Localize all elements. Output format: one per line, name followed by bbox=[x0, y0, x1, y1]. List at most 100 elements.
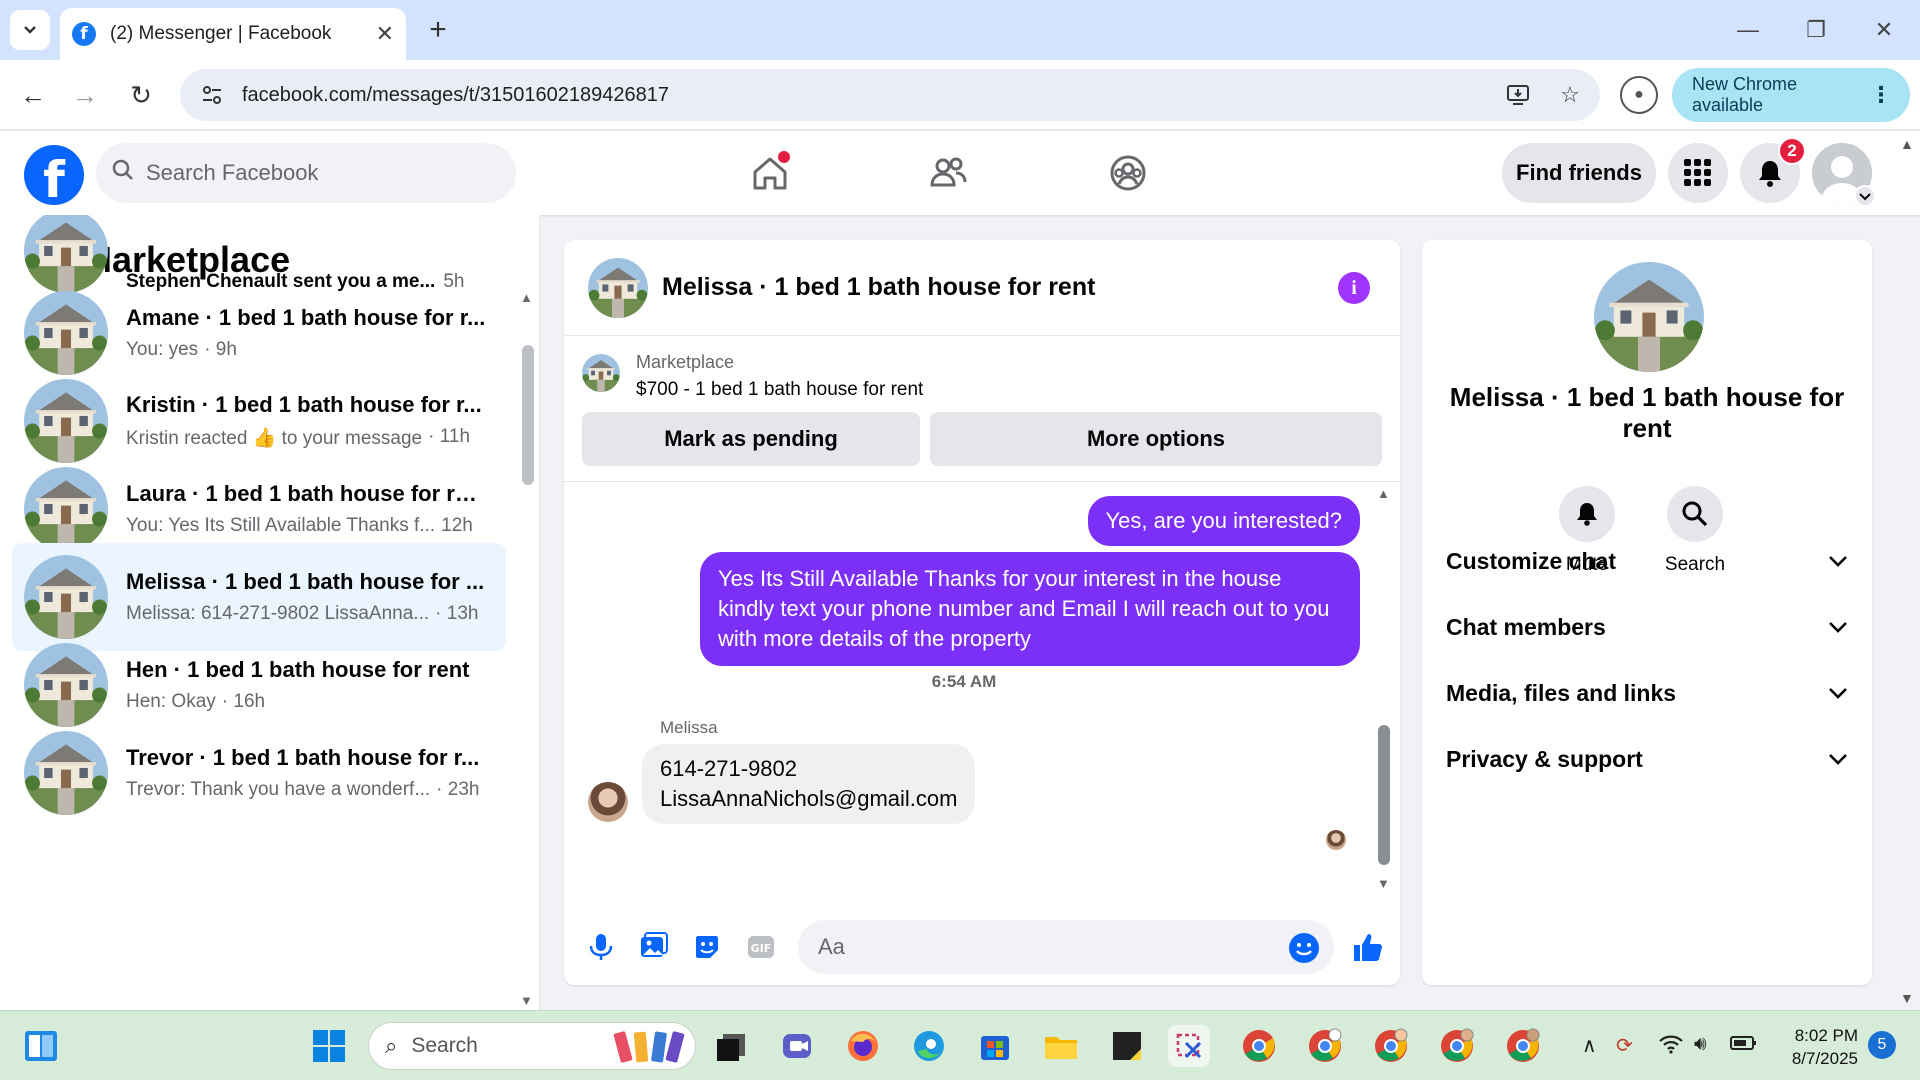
scroll-down-arrow-icon[interactable]: ▼ bbox=[520, 993, 533, 1008]
reload-button[interactable]: ↻ bbox=[120, 74, 162, 116]
sender-avatar[interactable] bbox=[588, 782, 628, 822]
address-bar[interactable]: facebook.com/messages/t/3150160218942681… bbox=[180, 69, 1600, 121]
outgoing-message-bubble[interactable]: Yes Its Still Available Thanks for your … bbox=[700, 552, 1360, 666]
tray-overflow-chevron-icon[interactable]: ∧ bbox=[1582, 1033, 1597, 1058]
conversation-thumbnail[interactable] bbox=[588, 258, 648, 318]
mark-as-pending-button[interactable]: Mark as pending bbox=[582, 412, 920, 466]
microsoft-store-icon[interactable] bbox=[974, 1025, 1016, 1067]
more-options-button[interactable]: More options bbox=[930, 412, 1382, 466]
back-button[interactable]: ← bbox=[12, 74, 54, 116]
conversation-thumbnail bbox=[24, 643, 108, 727]
system-clock[interactable]: 8:02 PM 8/7/2025 bbox=[1768, 1024, 1858, 1070]
menu-button[interactable] bbox=[1668, 143, 1728, 203]
tab-close-icon[interactable]: ✕ bbox=[376, 21, 394, 47]
widgets-icon[interactable] bbox=[20, 1025, 62, 1067]
volume-icon[interactable]: 🔊︎ bbox=[1694, 1033, 1707, 1056]
incoming-message-bubble[interactable]: 614-271-9802 LissaAnnaNichols@gmail.com bbox=[642, 744, 976, 824]
facebook-search-box[interactable] bbox=[96, 143, 516, 203]
conversation-photo[interactable] bbox=[1594, 262, 1704, 372]
tab-search-button[interactable] bbox=[10, 10, 50, 50]
chrome-profile-5-icon[interactable] bbox=[1502, 1025, 1544, 1067]
new-tab-button[interactable]: + bbox=[420, 12, 456, 48]
message-input-box[interactable] bbox=[798, 920, 1334, 974]
sync-icon[interactable]: ⟳ bbox=[1616, 1033, 1633, 1058]
file-explorer-icon[interactable] bbox=[1040, 1025, 1082, 1067]
chrome-profile-4-icon[interactable] bbox=[1436, 1025, 1478, 1067]
snipping-tool-icon[interactable] bbox=[1168, 1025, 1210, 1067]
conversation-texts: Hen · 1 bed 1 bath house for rent Hen: Ok… bbox=[126, 657, 486, 713]
info-section-row[interactable]: Media, files and links bbox=[1446, 668, 1848, 718]
task-view-icon[interactable] bbox=[710, 1025, 752, 1067]
chrome-profile-icon[interactable]: ● bbox=[1620, 76, 1658, 114]
conversation-row[interactable]: Trevor · 1 bed 1 bath house for r... Trev… bbox=[12, 719, 506, 827]
photo-attach-icon[interactable] bbox=[634, 928, 672, 966]
thread-scrollbar[interactable] bbox=[1378, 725, 1390, 865]
sticky-notes-icon[interactable] bbox=[1106, 1025, 1148, 1067]
notifications-badge: 2 bbox=[1778, 137, 1806, 165]
outgoing-message-bubble[interactable]: Yes, are you interested? bbox=[1087, 496, 1360, 546]
start-icon[interactable] bbox=[308, 1025, 350, 1067]
nav-groups[interactable] bbox=[1100, 147, 1156, 199]
close-window-button[interactable]: ✕ bbox=[1864, 10, 1904, 50]
thumbs-up-icon[interactable] bbox=[1348, 928, 1386, 966]
restore-button[interactable]: ❐ bbox=[1796, 10, 1836, 50]
page-scroll-down-icon[interactable]: ▼ bbox=[1900, 990, 1914, 1006]
forward-button[interactable]: → bbox=[64, 74, 106, 116]
url-text[interactable]: facebook.com/messages/t/3150160218942681… bbox=[242, 84, 1496, 107]
listing-thumbnail[interactable] bbox=[582, 354, 620, 392]
edge-icon[interactable] bbox=[908, 1025, 950, 1067]
message-timestamp: 6:54 AM bbox=[931, 672, 997, 691]
conversation-texts: Laura · 1 bed 1 bath house for rent You: … bbox=[126, 481, 486, 537]
chat-title[interactable]: Melissa · 1 bed 1 bath house for rent bbox=[662, 273, 1095, 302]
conversation-time: · 23h bbox=[436, 779, 480, 800]
chrome-profile-3-icon[interactable] bbox=[1370, 1025, 1412, 1067]
chrome-icon[interactable] bbox=[1238, 1025, 1280, 1067]
wifi-icon[interactable] bbox=[1658, 1033, 1684, 1061]
thread-scroll-down-icon[interactable]: ▼ bbox=[1377, 876, 1390, 891]
conversation-name: Melissa · 1 bed 1 bath house for ... bbox=[126, 569, 485, 594]
scroll-up-arrow-icon[interactable]: ▲ bbox=[520, 290, 533, 305]
bookmark-star-icon[interactable]: ☆ bbox=[1548, 73, 1592, 117]
minimize-button[interactable]: — bbox=[1728, 10, 1768, 50]
find-friends-button[interactable]: Find friends bbox=[1502, 143, 1656, 203]
chrome-menu-icon[interactable]: ⋮ bbox=[1870, 82, 1892, 108]
browser-tabstrip: f (2) Messenger | Facebook ✕ + — ❐ ✕ bbox=[0, 0, 1920, 60]
site-info-icon[interactable] bbox=[194, 77, 230, 113]
info-icon[interactable]: i bbox=[1338, 272, 1370, 304]
conversation-name: Amane · 1 bed 1 bath house for r... bbox=[126, 305, 486, 330]
gif-icon[interactable]: GIF bbox=[742, 928, 780, 966]
message-input[interactable] bbox=[818, 934, 1258, 960]
battery-icon[interactable] bbox=[1730, 1033, 1758, 1059]
conversation-name: Trevor · 1 bed 1 bath house for r... bbox=[126, 745, 480, 770]
nav-friends[interactable] bbox=[920, 147, 976, 199]
conversation-list-scrollbar[interactable] bbox=[522, 345, 534, 485]
facebook-logo-icon[interactable]: f bbox=[24, 145, 84, 205]
info-section-label: Customize chat bbox=[1446, 547, 1616, 574]
browser-tab-messenger[interactable]: f (2) Messenger | Facebook ✕ bbox=[60, 8, 406, 60]
microphone-icon[interactable] bbox=[582, 928, 620, 966]
conversation-thumbnail bbox=[24, 379, 108, 463]
firefox-icon[interactable] bbox=[842, 1025, 884, 1067]
info-section-row[interactable]: Customize chat bbox=[1446, 536, 1848, 586]
notification-center-badge[interactable]: 5 bbox=[1868, 1031, 1896, 1059]
listing-description[interactable]: $700 - 1 bed 1 bath house for rent bbox=[636, 379, 923, 401]
conversation-texts: Amane · 1 bed 1 bath house for r... You: … bbox=[126, 305, 486, 361]
teams-icon[interactable] bbox=[776, 1025, 818, 1067]
info-section-row[interactable]: Privacy & support bbox=[1446, 734, 1848, 784]
emoji-icon[interactable] bbox=[1288, 932, 1320, 964]
update-label: New Chrome available bbox=[1692, 74, 1798, 115]
conversation-time: 12h bbox=[441, 515, 473, 536]
info-section-row[interactable]: Chat members bbox=[1446, 602, 1848, 652]
page-scroll-up-icon[interactable]: ▲ bbox=[1900, 136, 1914, 152]
nav-home[interactable] bbox=[742, 147, 798, 199]
incoming-line-phone: 614-271-9802 bbox=[660, 756, 798, 781]
new-chrome-available-button[interactable]: New Chrome available ⋮ bbox=[1672, 68, 1910, 122]
taskbar-search[interactable]: ⌕ Search bbox=[368, 1022, 696, 1070]
install-app-icon[interactable] bbox=[1496, 73, 1540, 117]
sticker-icon[interactable] bbox=[688, 928, 726, 966]
account-chevron-icon[interactable] bbox=[1854, 185, 1876, 207]
chrome-profile-2-icon[interactable] bbox=[1304, 1025, 1346, 1067]
notifications-button[interactable]: 2 bbox=[1740, 137, 1806, 203]
facebook-search-input[interactable] bbox=[146, 160, 476, 186]
thread-scroll-up-icon[interactable]: ▲ bbox=[1377, 486, 1390, 501]
